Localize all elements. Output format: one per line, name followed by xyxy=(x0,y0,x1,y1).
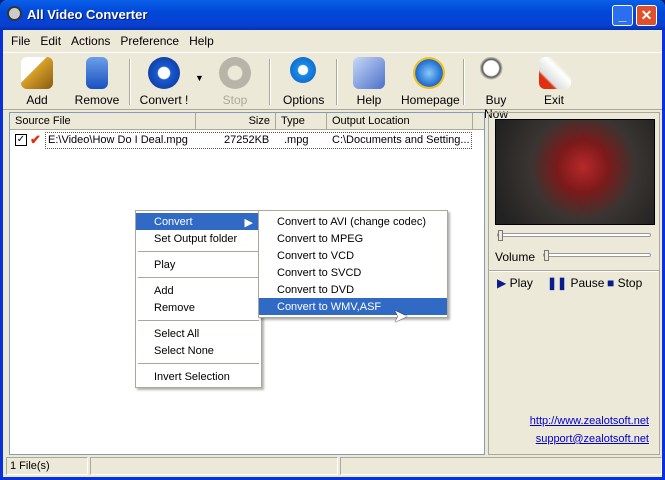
mouse-cursor-icon: ➤ xyxy=(393,306,409,326)
table-row[interactable]: ✓ ✔ E:\Video\How Do I Deal.mpg 27252KB .… xyxy=(12,132,472,149)
options-button[interactable]: Options xyxy=(283,57,324,107)
play-button[interactable]: ▶ Play xyxy=(497,276,533,290)
website-link[interactable]: http://www.zealotsoft.net xyxy=(530,415,649,427)
toolbar-separator xyxy=(463,59,465,105)
help-magnifier-icon xyxy=(353,57,385,89)
menu-edit[interactable]: Edit xyxy=(40,34,61,48)
stop-playback-button[interactable]: ■ Stop xyxy=(607,276,642,290)
menu-item-select-none[interactable]: Select None xyxy=(136,342,261,359)
menu-file[interactable]: File xyxy=(11,34,30,48)
volume-label: Volume xyxy=(495,250,536,264)
column-type[interactable]: Type xyxy=(276,113,327,130)
help-button[interactable]: Help xyxy=(353,57,385,107)
film-add-icon xyxy=(21,57,53,89)
toolbar: Add Remove Convert ! ▼ Stop Options Help… xyxy=(3,52,662,121)
play-icon: ▶ xyxy=(497,276,507,290)
check-mark-icon: ✔ xyxy=(30,132,41,147)
submenu-item-mpeg[interactable]: Convert to MPEG xyxy=(259,230,447,247)
video-preview xyxy=(495,119,655,225)
email-link[interactable]: support@zealotsoft.net xyxy=(536,433,649,445)
minimize-button[interactable]: _ xyxy=(612,5,633,26)
menu-preference[interactable]: Preference xyxy=(120,34,179,48)
menu-item-remove[interactable]: Remove xyxy=(136,299,261,316)
submenu-item-svcd[interactable]: Convert to SVCD xyxy=(259,264,447,281)
row-checkbox[interactable]: ✓ xyxy=(15,134,27,146)
pause-button[interactable]: ❚❚ Pause xyxy=(547,276,604,290)
slider-thumb[interactable] xyxy=(498,230,503,241)
menu-item-convert[interactable]: Convert ▶ xyxy=(136,213,261,230)
position-slider[interactable] xyxy=(497,230,651,241)
status-bar: 1 File(s) xyxy=(6,457,662,475)
bin-icon xyxy=(86,57,108,89)
title-bar: All Video Converter _ ✕ xyxy=(0,0,665,30)
pause-icon: ❚❚ xyxy=(547,276,568,290)
convert-button[interactable]: Convert ! xyxy=(139,57,189,107)
convert-arrows-icon xyxy=(148,57,180,89)
toolbar-separator xyxy=(129,59,131,105)
preview-panel: Volume ▶ Play ❚❚ Pause ■ Stop http://www… xyxy=(488,112,660,455)
add-button[interactable]: Add xyxy=(19,57,55,107)
menu-item-set-output-folder[interactable]: Set Output folder xyxy=(136,230,261,247)
submenu-item-vcd[interactable]: Convert to VCD xyxy=(259,247,447,264)
convert-submenu: Convert to AVI (change codec) Convert to… xyxy=(258,210,448,318)
menu-actions[interactable]: Actions xyxy=(71,34,110,48)
exit-button[interactable]: Exit xyxy=(539,57,571,107)
menu-item-add[interactable]: Add xyxy=(136,282,261,299)
close-button[interactable]: ✕ xyxy=(636,5,657,26)
menu-item-select-all[interactable]: Select All xyxy=(136,325,261,342)
rocket-icon xyxy=(539,57,571,89)
stop-icon: ■ xyxy=(607,276,615,290)
menu-item-invert-selection[interactable]: Invert Selection xyxy=(136,368,261,385)
submenu-item-wmv-asf[interactable]: Convert to WMV,ASF xyxy=(259,298,447,315)
globe-lightning-icon xyxy=(413,57,445,89)
submenu-item-dvd[interactable]: Convert to DVD xyxy=(259,281,447,298)
stop-disc-icon xyxy=(219,57,251,89)
key-icon xyxy=(480,57,512,89)
toolbar-separator xyxy=(336,59,338,105)
menu-item-play[interactable]: Play xyxy=(136,256,261,273)
gear-icon xyxy=(290,57,316,83)
window-title: All Video Converter xyxy=(27,7,148,22)
volume-slider[interactable] xyxy=(543,250,651,261)
slider-thumb[interactable] xyxy=(544,250,549,261)
submenu-item-avi[interactable]: Convert to AVI (change codec) xyxy=(259,213,447,230)
toolbar-separator xyxy=(269,59,271,105)
menu-bar: File Edit Actions Preference Help xyxy=(11,34,214,48)
menu-help[interactable]: Help xyxy=(189,34,214,48)
homepage-button[interactable]: Homepage xyxy=(401,57,460,107)
column-source-file[interactable]: Source File xyxy=(10,113,196,130)
convert-dropdown-arrow[interactable]: ▼ xyxy=(195,73,204,83)
remove-button[interactable]: Remove xyxy=(73,57,121,107)
column-output-location[interactable]: Output Location xyxy=(327,113,473,130)
context-menu: Convert ▶ Set Output folder Play Add Remo… xyxy=(135,210,262,388)
status-file-count: 1 File(s) xyxy=(6,457,88,475)
app-icon xyxy=(7,6,22,21)
stop-button[interactable]: Stop xyxy=(217,57,253,107)
column-size[interactable]: Size xyxy=(196,113,276,130)
